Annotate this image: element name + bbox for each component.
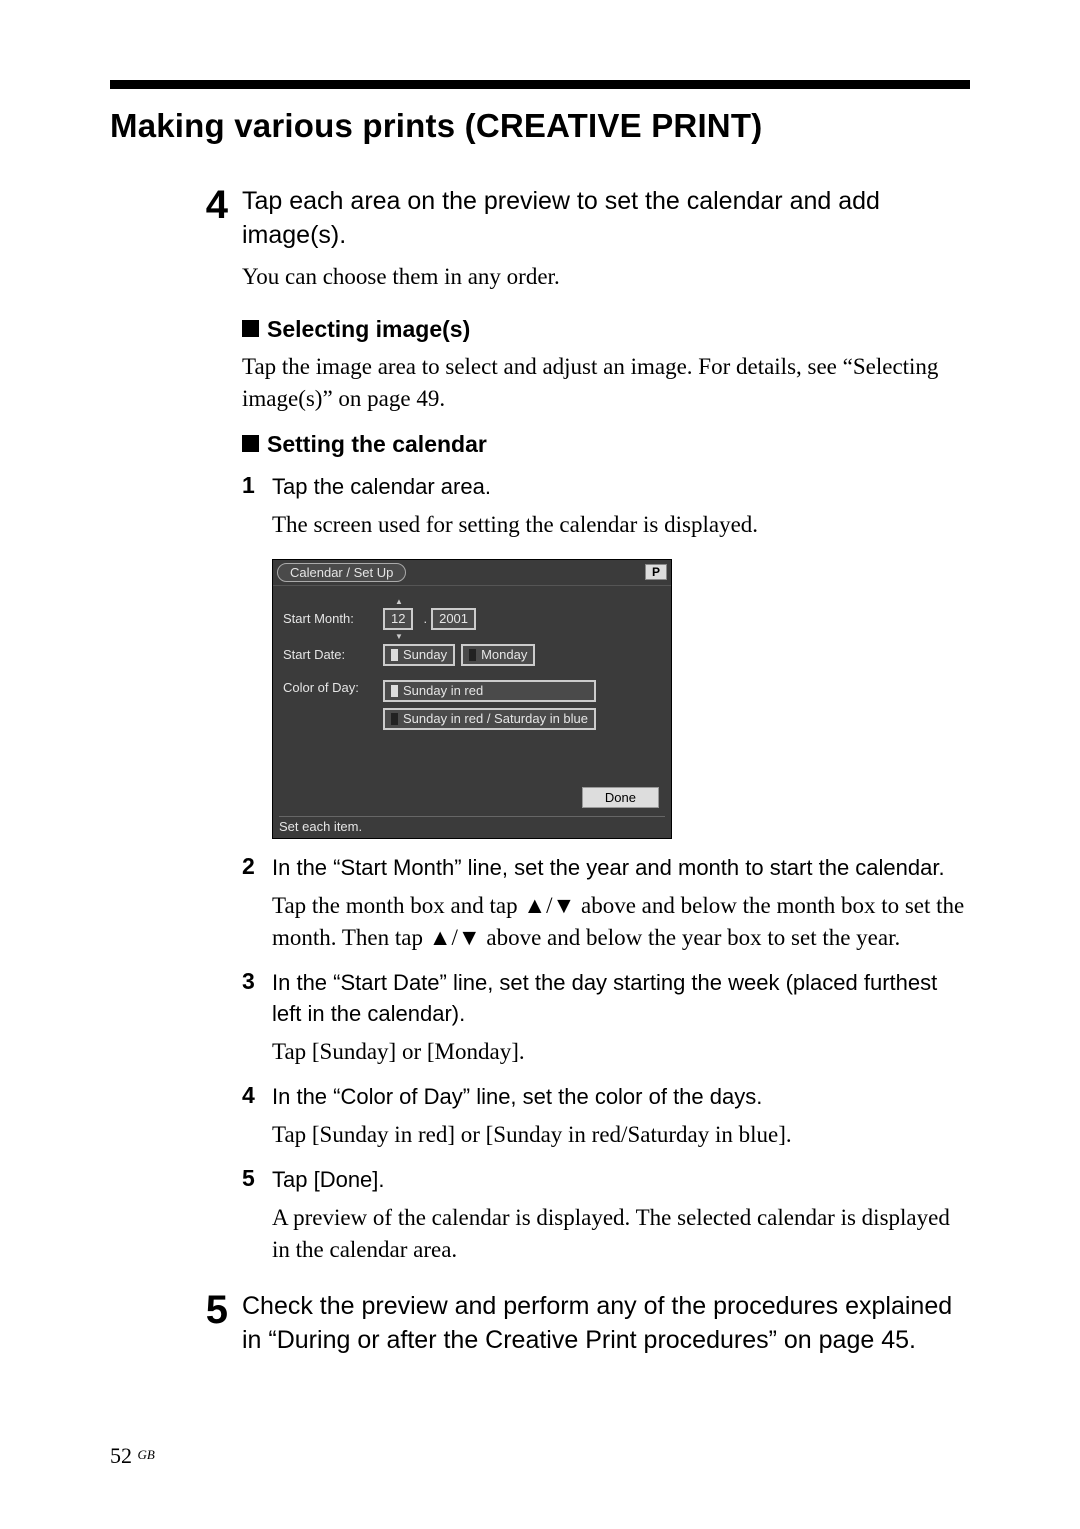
- label-start-date: Start Date:: [283, 647, 383, 662]
- step-text: Check the preview and perform any of the…: [242, 1290, 970, 1358]
- substep-body: Tap the month box and tap ▲/▼ above and …: [272, 890, 970, 954]
- step-number: 5: [180, 1290, 242, 1330]
- dot: .: [423, 611, 427, 626]
- row-start-month: Start Month: 12 . 2001: [283, 608, 661, 630]
- selecting-images-body: Tap the image area to select and adjust …: [242, 351, 970, 415]
- calendar-setup-screen: Calendar / Set Up P Start Month: 12 . 20…: [272, 559, 672, 839]
- square-bullet-icon: [242, 320, 259, 337]
- label-start-month: Start Month:: [283, 611, 383, 626]
- page: Making various prints (CREATIVE PRINT) 4…: [0, 0, 1080, 1529]
- substep-3: 3 In the “Start Date” line, set the day …: [242, 968, 970, 1068]
- rule-top: [110, 80, 970, 89]
- step-5: 5 Check the preview and perform any of t…: [180, 1290, 970, 1358]
- option-sunday-red[interactable]: Sunday in red: [383, 680, 596, 702]
- label-color-of-day: Color of Day:: [283, 680, 383, 695]
- substep-4: 4 In the “Color of Day” line, set the co…: [242, 1082, 970, 1151]
- substep-number: 2: [242, 853, 272, 880]
- step-4: 4 Tap each area on the preview to set th…: [180, 185, 970, 292]
- year-box[interactable]: 2001: [431, 608, 476, 630]
- ui-footer-text: Set each item.: [279, 816, 665, 834]
- step-title: Check the preview and perform any of the…: [242, 1290, 970, 1358]
- substep-body: A preview of the calendar is displayed. …: [272, 1202, 970, 1266]
- step-number: 4: [180, 185, 242, 225]
- sub-block: Selecting image(s) Tap the image area to…: [242, 316, 970, 1266]
- substep-title: In the “Start Date” line, set the day st…: [272, 968, 970, 1030]
- content-body: 4 Tap each area on the preview to set th…: [180, 185, 970, 1358]
- substep-1: 1 Tap the calendar area. The screen used…: [242, 472, 970, 541]
- ui-body: Start Month: 12 . 2001 Start Date: Sunda…: [273, 586, 671, 730]
- option-sunday[interactable]: Sunday: [383, 644, 455, 666]
- row-start-date: Start Date: Sunday Monday: [283, 644, 661, 666]
- done-button[interactable]: Done: [582, 787, 659, 808]
- page-number-value: 52: [110, 1443, 132, 1468]
- step-text: Tap each area on the preview to set the …: [242, 185, 970, 292]
- substep-number: 4: [242, 1082, 272, 1109]
- option-monday[interactable]: Monday: [461, 644, 535, 666]
- page-region: GB: [138, 1447, 155, 1462]
- substep-title: Tap [Done].: [272, 1165, 970, 1196]
- option-sunday-red-saturday-blue[interactable]: Sunday in red / Saturday in blue: [383, 708, 596, 730]
- row-color-of-day: Color of Day: Sunday in red Sunday in re…: [283, 680, 661, 730]
- substep-number: 5: [242, 1165, 272, 1192]
- substep-2: 2 In the “Start Month” line, set the yea…: [242, 853, 970, 954]
- ui-header: Calendar / Set Up P: [273, 560, 671, 586]
- subhead-selecting-images: Selecting image(s): [242, 316, 970, 343]
- step-note: You can choose them in any order.: [242, 261, 970, 292]
- subhead-setting-calendar: Setting the calendar: [242, 431, 970, 458]
- substep-title: In the “Start Month” line, set the year …: [272, 853, 970, 884]
- substep-body: The screen used for setting the calendar…: [272, 509, 970, 541]
- page-number: 52 GB: [110, 1443, 155, 1469]
- substep-number: 1: [242, 472, 272, 499]
- substep-body: Tap [Sunday] or [Monday].: [272, 1036, 970, 1068]
- substep-body: Tap [Sunday in red] or [Sunday in red/Sa…: [272, 1119, 970, 1151]
- substep-title: In the “Color of Day” line, set the colo…: [272, 1082, 970, 1113]
- substep-number: 3: [242, 968, 272, 995]
- p-indicator: P: [645, 564, 667, 580]
- substep-5: 5 Tap [Done]. A preview of the calendar …: [242, 1165, 970, 1266]
- square-bullet-icon: [242, 435, 259, 452]
- month-box[interactable]: 12: [383, 608, 413, 630]
- ui-title: Calendar / Set Up: [277, 563, 406, 582]
- section-title: Making various prints (CREATIVE PRINT): [110, 107, 970, 145]
- step-title: Tap each area on the preview to set the …: [242, 185, 970, 253]
- subhead-text: Selecting image(s): [267, 316, 470, 342]
- substep-title: Tap the calendar area.: [272, 472, 970, 503]
- subhead-text: Setting the calendar: [267, 431, 487, 457]
